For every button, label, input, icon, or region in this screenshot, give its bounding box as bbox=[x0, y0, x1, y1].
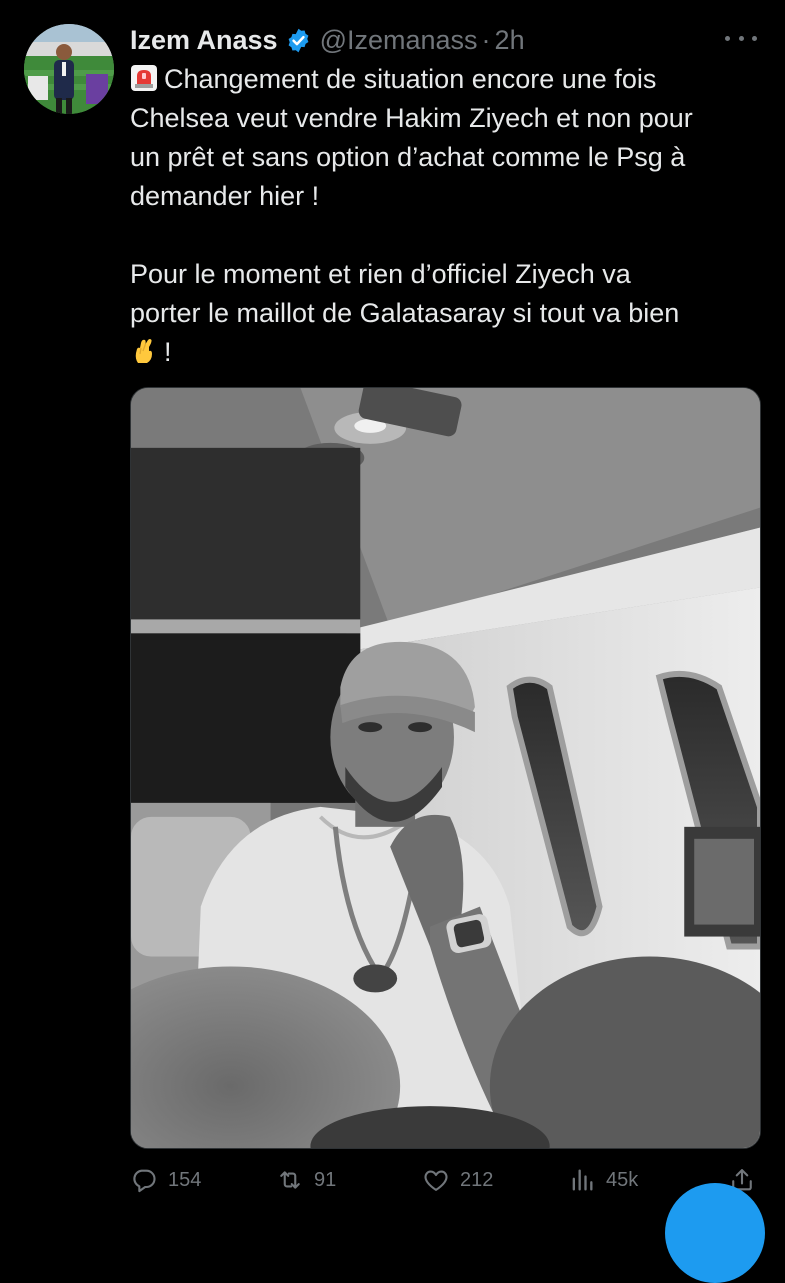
action-bar: 154 91 212 45k bbox=[130, 1162, 755, 1200]
retweet-button[interactable]: 91 bbox=[276, 1166, 336, 1194]
retweet-icon bbox=[280, 1171, 300, 1189]
avatar[interactable] bbox=[24, 24, 114, 114]
text-line-5: Pour le moment et rien d’officiel Ziyech… bbox=[130, 259, 631, 289]
more-dot bbox=[738, 35, 744, 41]
text-line: ! bbox=[130, 333, 770, 372]
views-icon bbox=[572, 1169, 593, 1191]
more-icon[interactable] bbox=[725, 28, 757, 48]
reply-icon bbox=[133, 1169, 156, 1193]
text-line-2: Chelsea veut vendre Hakim Ziyech et non … bbox=[130, 103, 693, 133]
display-name[interactable]: Izem Anass bbox=[130, 25, 278, 56]
heart-icon bbox=[424, 1170, 448, 1191]
text-line-1: Changement de situation encore une fois bbox=[164, 64, 657, 94]
text-line: Changement de situation encore une fois bbox=[130, 60, 770, 99]
text-line-4: demander hier ! bbox=[130, 181, 320, 211]
like-count: 212 bbox=[460, 1168, 494, 1191]
text-line-3: un prêt et sans option d’achat comme le … bbox=[130, 142, 686, 172]
reply-count: 154 bbox=[168, 1168, 202, 1191]
like-button[interactable]: 212 bbox=[422, 1166, 493, 1194]
reply-button[interactable]: 154 bbox=[130, 1166, 201, 1194]
views-count: 45k bbox=[606, 1168, 639, 1191]
views-button[interactable]: 45k bbox=[568, 1166, 638, 1194]
more-dot bbox=[725, 35, 730, 41]
more-dot bbox=[752, 35, 757, 41]
tweet-text: Changement de situation encore une fois … bbox=[130, 60, 770, 372]
separator-dot: · bbox=[481, 24, 491, 55]
timestamp[interactable]: 2h bbox=[495, 25, 525, 56]
photo-image bbox=[131, 388, 760, 1148]
tweet-photo[interactable] bbox=[130, 387, 761, 1149]
rotating-light-emoji bbox=[131, 65, 157, 91]
text-line-6: porter le maillot de Galatasaray si tout… bbox=[130, 298, 680, 328]
avatar-image bbox=[24, 24, 114, 114]
verified-badge-icon bbox=[288, 28, 308, 52]
tweet-header: Izem Anass @Izemanass · 2h bbox=[130, 22, 525, 58]
crossed-fingers-emoji bbox=[135, 339, 152, 363]
compose-fab[interactable] bbox=[665, 1183, 765, 1283]
text-line-7: ! bbox=[164, 337, 172, 367]
user-handle[interactable]: @Izemanass bbox=[320, 25, 478, 56]
retweet-count: 91 bbox=[314, 1168, 337, 1191]
